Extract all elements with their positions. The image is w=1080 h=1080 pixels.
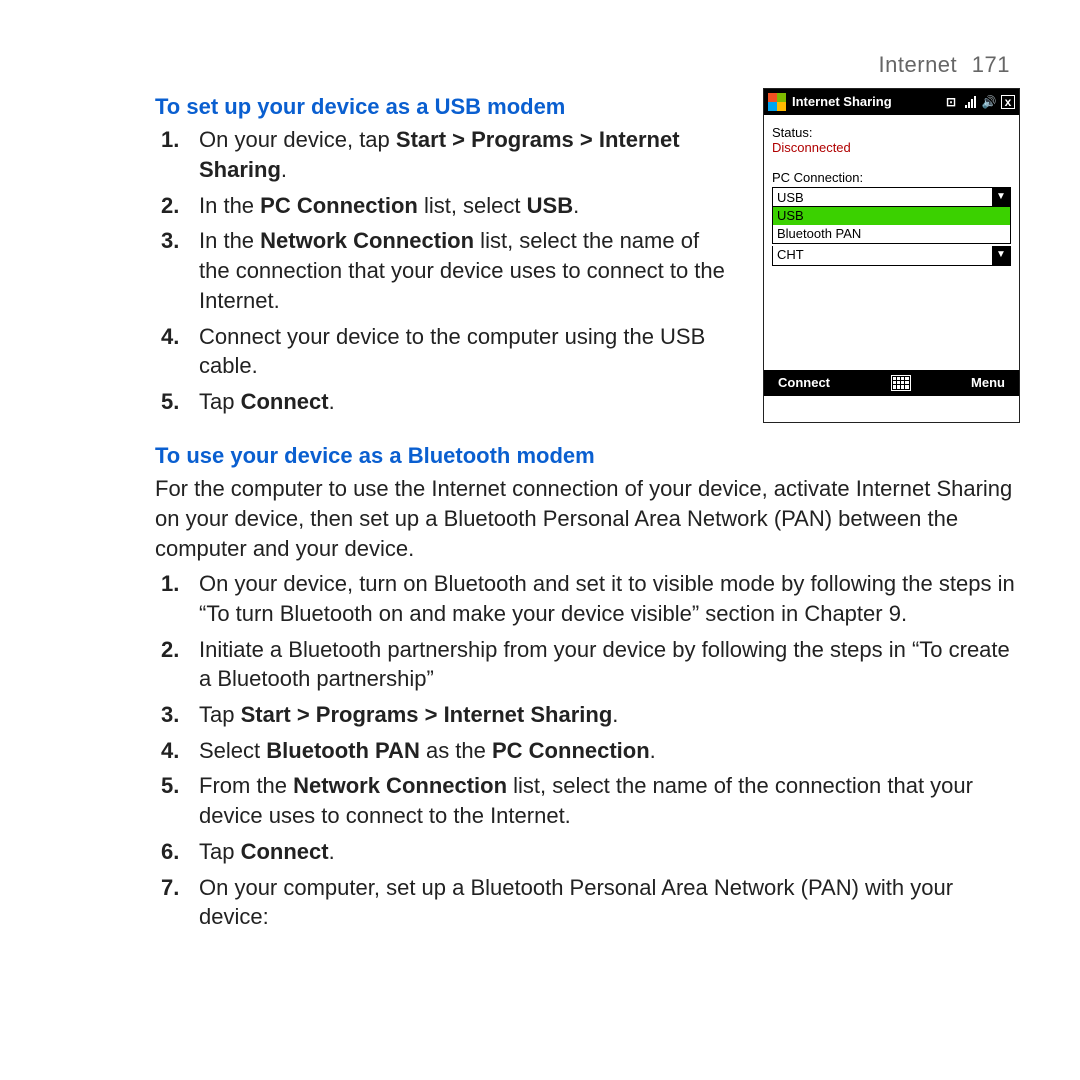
page-number: 171 (972, 52, 1010, 77)
chevron-down-icon: ▼ (992, 188, 1010, 206)
pc-option-bluetooth[interactable]: Bluetooth PAN (773, 225, 1010, 243)
device-title: Internet Sharing (792, 94, 938, 110)
pc-connection-label: PC Connection: (772, 170, 1011, 186)
bt-section-title: To use your device as a Bluetooth modem (155, 441, 1020, 471)
device-softkeys: Connect Menu (764, 370, 1019, 396)
usb-step-1: On your device, tap Start > Programs > I… (195, 125, 733, 184)
usb-section-title: To set up your device as a USB modem (155, 92, 733, 122)
pc-option-usb[interactable]: USB (773, 207, 1010, 225)
chevron-down-icon: ▼ (992, 246, 1010, 265)
pc-connection-dropdown[interactable]: USB ▼ (772, 187, 1011, 207)
bt-step-2: Initiate a Bluetooth partnership from yo… (195, 635, 1020, 694)
connection-icon: ⊡ (944, 95, 958, 109)
bt-step-7: On your computer, set up a Bluetooth Per… (195, 873, 1020, 932)
status-label: Status: (772, 125, 1011, 141)
volume-icon: 🔊 (982, 95, 996, 109)
pc-connection-options: USB Bluetooth PAN (772, 207, 1011, 243)
bt-step-1: On your device, turn on Bluetooth and se… (195, 569, 1020, 628)
close-icon[interactable]: x (1001, 95, 1015, 109)
bt-step-5: From the Network Connection list, select… (195, 771, 1020, 830)
usb-steps: On your device, tap Start > Programs > I… (155, 125, 733, 416)
device-screenshot: Internet Sharing ⊡ 🔊 x Status: Disconnec… (763, 88, 1020, 423)
device-titlebar: Internet Sharing ⊡ 🔊 x (764, 89, 1019, 115)
windows-logo-icon (768, 93, 786, 111)
usb-step-3: In the Network Connection list, select t… (195, 226, 733, 315)
bt-step-3: Tap Start > Programs > Internet Sharing. (195, 700, 1020, 730)
softkey-connect[interactable]: Connect (778, 375, 830, 391)
bt-step-6: Tap Connect. (195, 837, 1020, 867)
usb-step-5: Tap Connect. (195, 387, 733, 417)
bt-step-4: Select Bluetooth PAN as the PC Connectio… (195, 736, 1020, 766)
bt-steps: On your device, turn on Bluetooth and se… (155, 569, 1020, 932)
network-connection-dropdown[interactable]: CHT ▼ (772, 246, 1011, 266)
bt-intro: For the computer to use the Internet con… (155, 474, 1020, 563)
section-name: Internet (879, 52, 958, 77)
page-header: Internet 171 (155, 50, 1020, 80)
signal-icon (963, 95, 977, 109)
keyboard-icon[interactable] (891, 375, 911, 391)
usb-step-4: Connect your device to the computer usin… (195, 322, 733, 381)
softkey-menu[interactable]: Menu (971, 375, 1005, 391)
status-value: Disconnected (772, 140, 1011, 156)
usb-step-2: In the PC Connection list, select USB. (195, 191, 733, 221)
